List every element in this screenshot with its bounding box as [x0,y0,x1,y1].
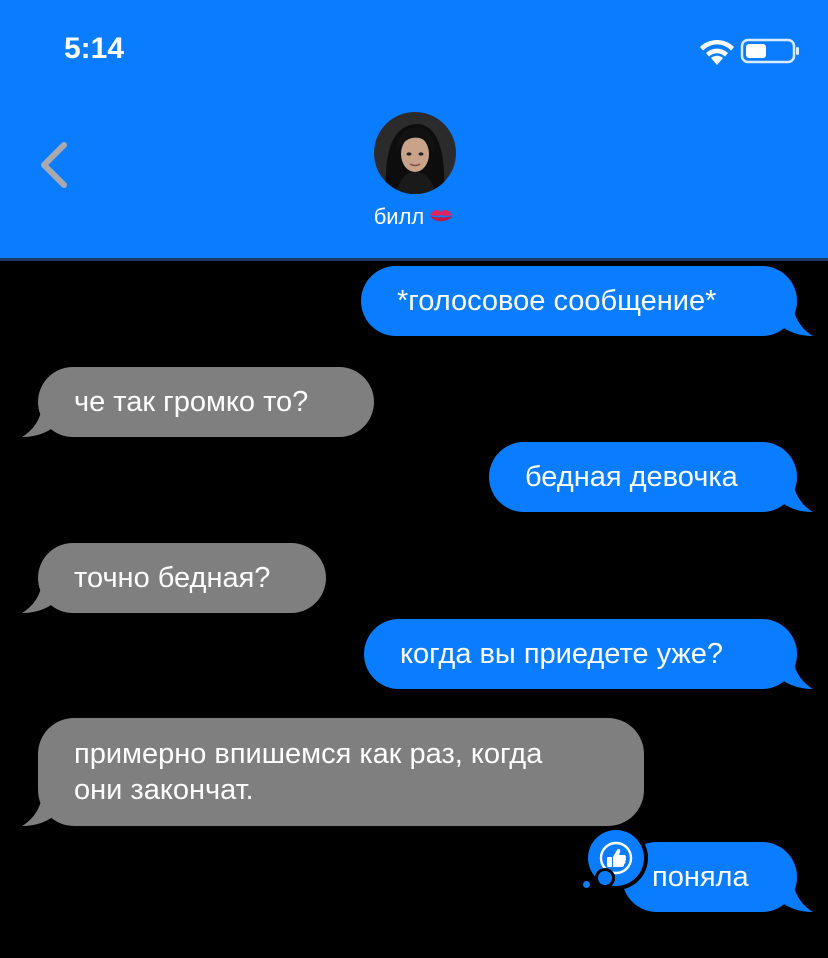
bubble-tail [779,659,813,689]
message-text: *голосовое сообщение* [397,285,717,317]
bubble-tail [22,407,56,437]
thumbs-up-icon [599,841,633,875]
bubble-tail [779,306,813,336]
battery-icon [740,38,799,64]
message-bubble-outgoing[interactable]: бедная девочка [489,442,813,512]
message-bubble-outgoing[interactable]: *голосовое сообщение* [361,266,813,336]
kiss-mark-icon [430,210,453,222]
status-time: 5:14 [64,32,125,65]
message-bubble-outgoing[interactable]: когда вы приедете уже? [364,619,813,689]
contact-name-text: билл [373,204,425,229]
bubble-tail [779,482,813,512]
chat-header: 5:14 билл [0,0,828,258]
message-bubble-incoming[interactable]: примерно впишемся как раз, когда они зак… [22,718,644,826]
bubble-tail [779,882,813,912]
message-text: точно бедная? [74,562,271,594]
bubble-tail [22,796,56,826]
reaction-dot [598,871,612,885]
message-text: когда вы приедете уже? [400,638,724,670]
contact-name[interactable]: билл [0,204,828,230]
wifi-icon [700,39,734,65]
message-bubble-incoming[interactable]: че так громко то? [22,367,374,437]
message-text: примерно впишемся как раз, когда они зак… [74,738,543,806]
header-divider [0,258,828,261]
message-text: бедная девочка [525,461,738,493]
bubble-tail [22,583,56,613]
reaction-dot [583,881,590,888]
message-text: поняла [652,861,749,893]
message-text: че так громко то? [74,386,309,418]
back-button[interactable] [30,135,80,195]
tapback-reaction[interactable] [588,830,644,886]
message-bubble-outgoing[interactable]: поняла [622,842,813,912]
contact-avatar[interactable] [374,112,456,194]
message-bubble-incoming[interactable]: точно бедная? [22,543,326,613]
